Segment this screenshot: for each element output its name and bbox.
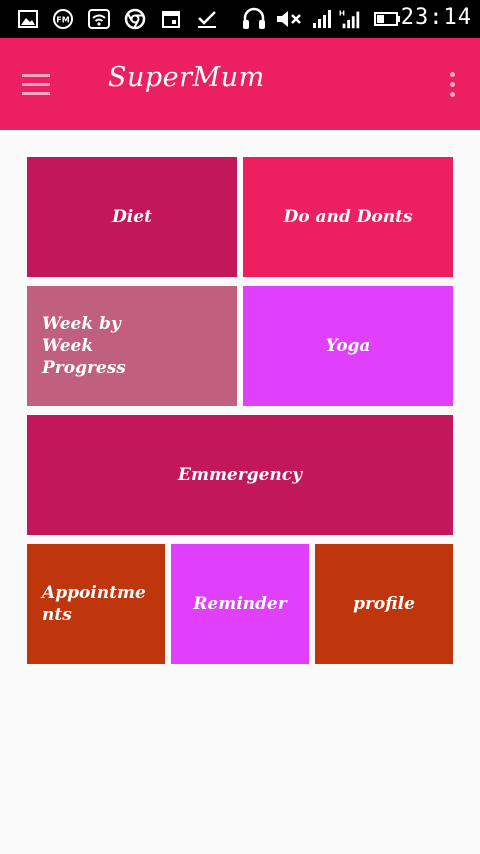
- tile-do-and-donts[interactable]: Do and Donts: [243, 157, 453, 277]
- tile-label: Emmergency: [178, 465, 302, 485]
- tile-profile[interactable]: profile: [315, 544, 453, 664]
- tile-label: Appointments: [42, 583, 146, 625]
- menu-icon[interactable]: [22, 66, 62, 102]
- tile-week-by-week-progress[interactable]: Week by Week Progress: [27, 286, 237, 406]
- tile-label: Do and Donts: [283, 207, 413, 227]
- tile-label: Yoga: [325, 336, 371, 356]
- tile-yoga[interactable]: Yoga: [243, 286, 453, 406]
- tile-label: Diet: [112, 207, 152, 227]
- tile-emmergency[interactable]: Emmergency: [27, 415, 453, 535]
- more-options-icon[interactable]: [444, 66, 460, 102]
- signal-icon: [310, 7, 334, 31]
- tile-reminder[interactable]: Reminder: [171, 544, 309, 664]
- app-title: SuperMum: [108, 62, 265, 93]
- headset-icon: [240, 7, 268, 31]
- app-bar: SuperMum: [0, 38, 480, 130]
- calendar-icon: [159, 7, 183, 31]
- chrome-icon: [123, 7, 147, 31]
- mute-icon: [275, 7, 303, 31]
- battery-icon: [374, 7, 402, 31]
- tile-label: profile: [353, 594, 415, 614]
- wifi-icon: [87, 7, 111, 31]
- tile-label: Week by Week Progress: [42, 314, 126, 378]
- tile-diet[interactable]: Diet: [27, 157, 237, 277]
- check-icon: [195, 7, 219, 31]
- signal-h-icon: H: [338, 7, 362, 31]
- fm-radio-icon: FM: [51, 7, 75, 31]
- status-bar: FM H 23:14: [0, 0, 480, 38]
- svg-text:H: H: [339, 8, 345, 17]
- tile-appointments[interactable]: Appointments: [27, 544, 165, 664]
- svg-text:FM: FM: [56, 16, 69, 25]
- image-icon: [16, 7, 40, 31]
- tile-label: Reminder: [193, 594, 287, 614]
- status-time: 23:14: [400, 5, 472, 30]
